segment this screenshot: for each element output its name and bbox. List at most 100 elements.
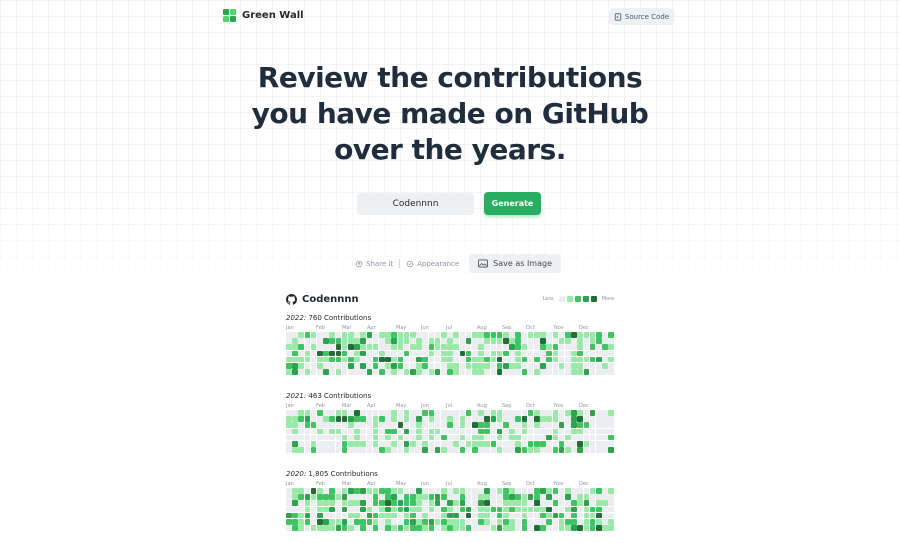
contribution-day[interactable] xyxy=(602,512,608,519)
contribution-day[interactable] xyxy=(465,441,472,447)
contribution-day[interactable] xyxy=(329,356,335,363)
contribution-day[interactable] xyxy=(410,350,416,357)
contribution-day[interactable] xyxy=(490,447,497,453)
contribution-day[interactable] xyxy=(323,338,329,344)
contribution-day[interactable] xyxy=(298,410,304,416)
contribution-day[interactable] xyxy=(434,356,441,363)
contribution-day[interactable] xyxy=(416,447,422,453)
contribution-day[interactable] xyxy=(428,356,435,363)
contribution-day[interactable] xyxy=(422,488,428,494)
contribution-day[interactable] xyxy=(360,441,366,447)
contribution-day[interactable] xyxy=(447,369,453,375)
contribution-day[interactable] xyxy=(546,369,552,375)
contribution-day[interactable] xyxy=(521,506,528,513)
contribution-day[interactable] xyxy=(379,434,385,441)
contribution-day[interactable] xyxy=(596,350,602,357)
contribution-day[interactable] xyxy=(385,428,391,435)
contribution-day[interactable] xyxy=(459,344,466,350)
contribution-day[interactable] xyxy=(484,447,490,453)
contribution-day[interactable] xyxy=(503,506,509,513)
contribution-day[interactable] xyxy=(608,332,614,338)
contribution-day[interactable] xyxy=(341,441,348,447)
contribution-day[interactable] xyxy=(459,428,466,435)
contribution-day[interactable] xyxy=(459,519,466,525)
contribution-day[interactable] xyxy=(335,506,342,513)
contribution-day[interactable] xyxy=(472,512,478,519)
contribution-day[interactable] xyxy=(478,363,484,369)
contribution-day[interactable] xyxy=(441,356,447,363)
contribution-day[interactable] xyxy=(515,410,521,416)
contribution-day[interactable] xyxy=(317,350,323,357)
contribution-day[interactable] xyxy=(416,519,422,525)
contribution-day[interactable] xyxy=(583,332,590,338)
contribution-day[interactable] xyxy=(428,488,435,494)
contribution-day[interactable] xyxy=(465,363,472,369)
contribution-day[interactable] xyxy=(496,512,503,519)
contribution-day[interactable] xyxy=(447,428,453,435)
contribution-day[interactable] xyxy=(403,441,410,447)
contribution-day[interactable] xyxy=(608,410,614,416)
contribution-day[interactable] xyxy=(503,363,509,369)
contribution-day[interactable] xyxy=(304,369,311,375)
contribution-day[interactable] xyxy=(571,494,577,500)
contribution-day[interactable] xyxy=(360,338,366,344)
contribution-day[interactable] xyxy=(577,338,583,344)
contribution-day[interactable] xyxy=(397,344,404,350)
contribution-day[interactable] xyxy=(366,525,373,531)
contribution-day[interactable] xyxy=(521,525,528,531)
contribution-day[interactable] xyxy=(515,332,521,338)
contribution-day[interactable] xyxy=(540,494,546,500)
contribution-day[interactable] xyxy=(540,500,546,506)
contribution-day[interactable] xyxy=(571,422,577,428)
contribution-day[interactable] xyxy=(391,332,397,338)
contribution-day[interactable] xyxy=(385,500,391,506)
contribution-day[interactable] xyxy=(596,428,602,435)
contribution-day[interactable] xyxy=(298,332,304,338)
contribution-day[interactable] xyxy=(379,525,385,531)
contribution-day[interactable] xyxy=(546,416,552,422)
contribution-day[interactable] xyxy=(478,441,484,447)
contribution-day[interactable] xyxy=(360,519,366,525)
contribution-day[interactable] xyxy=(527,416,534,422)
contribution-day[interactable] xyxy=(552,363,559,369)
contribution-day[interactable] xyxy=(558,332,565,338)
contribution-day[interactable] xyxy=(503,434,509,441)
contribution-day[interactable] xyxy=(465,500,472,506)
contribution-day[interactable] xyxy=(441,332,447,338)
contribution-day[interactable] xyxy=(372,350,379,357)
contribution-day[interactable] xyxy=(478,434,484,441)
contribution-day[interactable] xyxy=(515,416,521,422)
contribution-day[interactable] xyxy=(360,512,366,519)
contribution-day[interactable] xyxy=(348,512,354,519)
contribution-day[interactable] xyxy=(602,488,608,494)
contribution-day[interactable] xyxy=(410,356,416,363)
contribution-day[interactable] xyxy=(323,434,329,441)
contribution-day[interactable] xyxy=(571,519,577,525)
contribution-day[interactable] xyxy=(565,416,571,422)
contribution-day[interactable] xyxy=(391,363,397,369)
contribution-day[interactable] xyxy=(323,500,329,506)
contribution-day[interactable] xyxy=(521,494,528,500)
contribution-day[interactable] xyxy=(527,441,534,447)
contribution-day[interactable] xyxy=(577,363,583,369)
contribution-day[interactable] xyxy=(602,428,608,435)
contribution-day[interactable] xyxy=(453,525,459,531)
contribution-day[interactable] xyxy=(571,488,577,494)
contribution-day[interactable] xyxy=(385,410,391,416)
contribution-day[interactable] xyxy=(410,422,416,428)
contribution-day[interactable] xyxy=(521,369,528,375)
contribution-day[interactable] xyxy=(496,410,503,416)
contribution-day[interactable] xyxy=(335,519,342,525)
contribution-day[interactable] xyxy=(292,434,298,441)
contribution-day[interactable] xyxy=(335,441,342,447)
contribution-day[interactable] xyxy=(496,488,503,494)
contribution-day[interactable] xyxy=(503,519,509,525)
contribution-day[interactable] xyxy=(441,434,447,441)
contribution-day[interactable] xyxy=(465,506,472,513)
contribution-day[interactable] xyxy=(478,512,484,519)
contribution-day[interactable] xyxy=(472,332,478,338)
contribution-day[interactable] xyxy=(354,344,360,350)
contribution-day[interactable] xyxy=(403,434,410,441)
contribution-day[interactable] xyxy=(465,356,472,363)
contribution-day[interactable] xyxy=(540,428,546,435)
